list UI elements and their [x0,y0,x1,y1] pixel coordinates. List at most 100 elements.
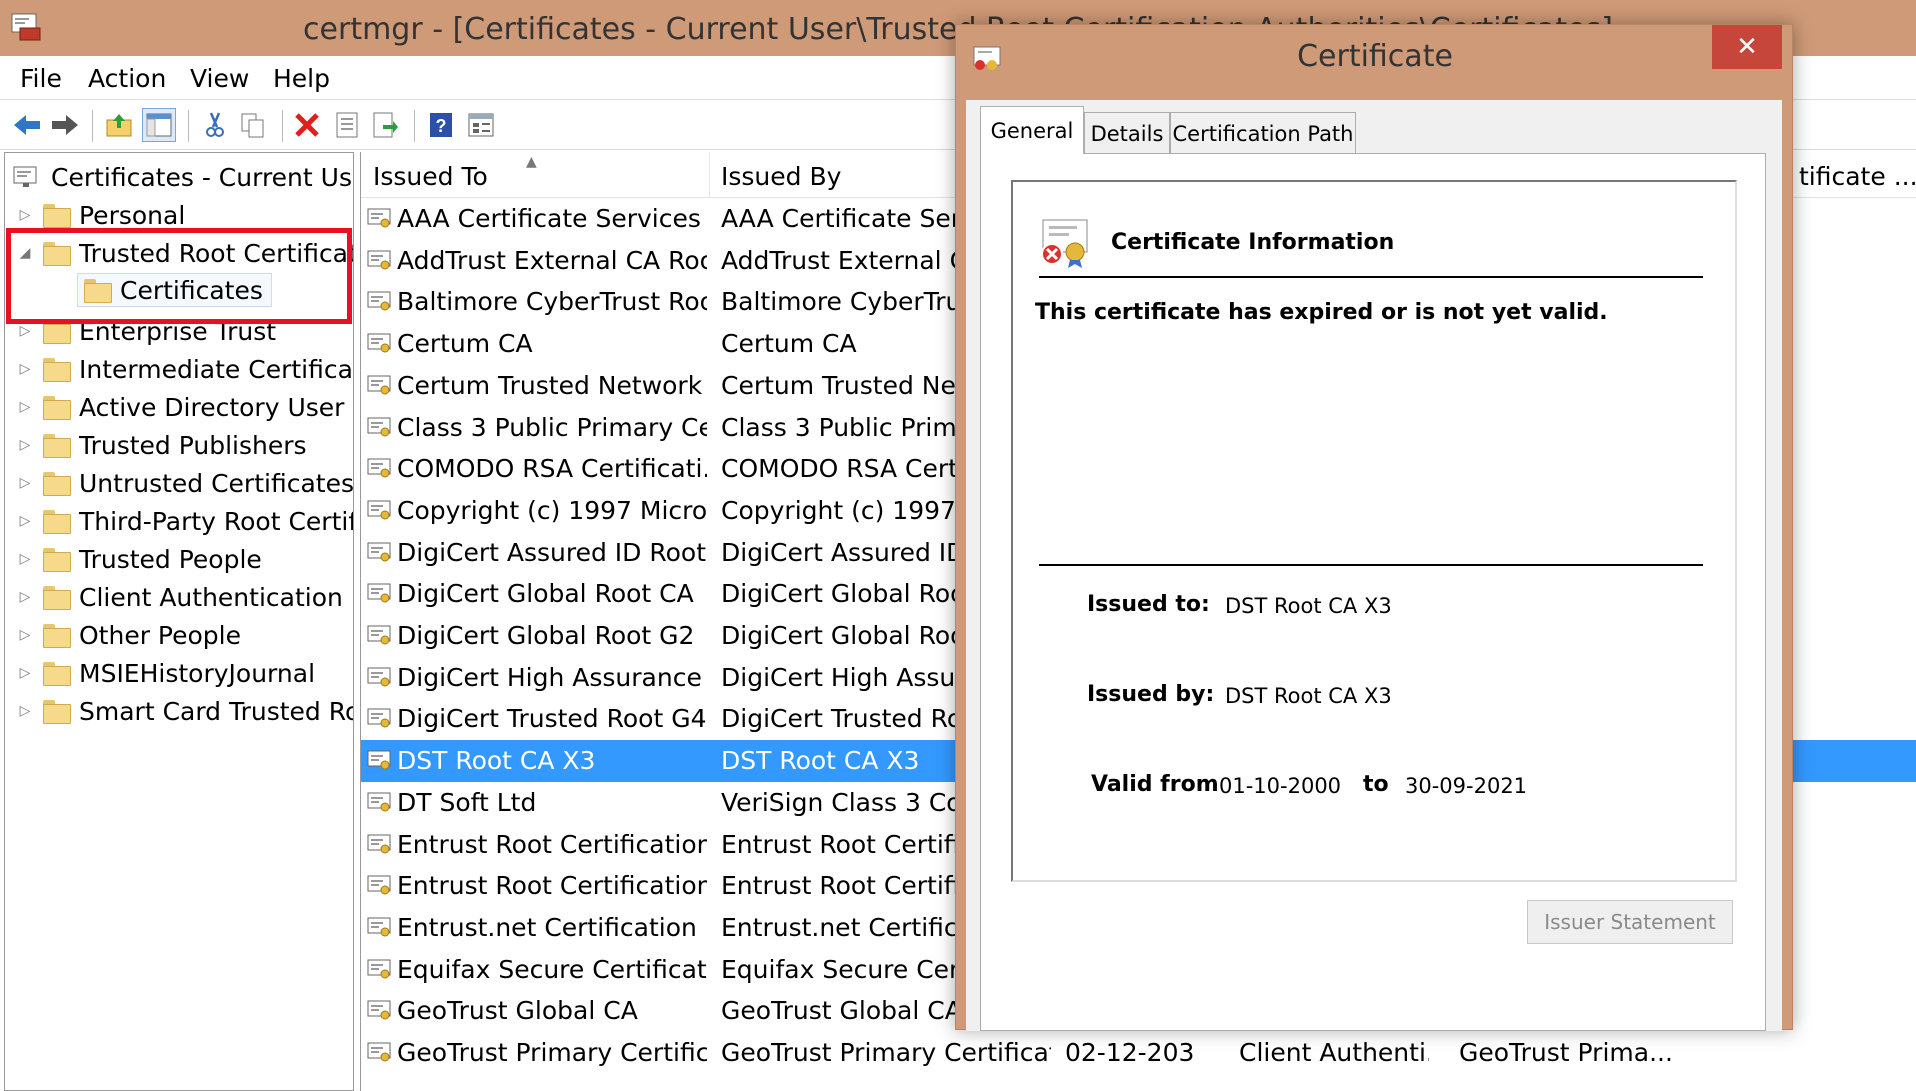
tree-root-label: Certificates - Current User [51,162,354,192]
expand-arrow-icon[interactable]: ▷ [17,627,33,643]
view-icon[interactable] [464,108,498,142]
issuer-statement-button[interactable]: Issuer Statement [1527,900,1733,944]
tab-certification-path[interactable]: Certification Path [1170,112,1356,154]
cell-issued-to: Certum CA [397,329,533,359]
certificate-icon [367,834,391,853]
cell-issued-to: GeoTrust Global CA [397,996,638,1026]
tree-item-intermediate[interactable]: ▷ Intermediate Certificati [17,351,353,387]
folder-icon [43,510,71,534]
tree-item-trusted-publishers[interactable]: ▷ Trusted Publishers [17,427,307,463]
certificate-icon [367,667,391,687]
expand-arrow-icon[interactable]: ▷ [17,323,33,339]
folder-icon [43,434,71,458]
cell-issued-to: DigiCert Trusted Root G4 [397,704,707,734]
menu-help[interactable]: Help [273,64,330,93]
certificate-icon [367,792,391,812]
certificate-info-box: Certificate Information This certificate… [1011,180,1737,882]
cell-issued-to: COMODO RSA Certificati... [397,454,707,484]
help-icon[interactable]: ? [424,108,458,142]
expand-arrow-icon[interactable]: ▷ [17,475,33,491]
cell-issued-to: Entrust.net Certification ... [397,912,707,942]
tree-item-client-auth[interactable]: ▷ Client Authentication Is [17,579,353,615]
cell-issued-to: Equifax Secure Certificat... [397,954,707,984]
cell-issued-to: DigiCert Assured ID Root... [397,537,707,567]
valid-to-label: to [1363,772,1389,797]
certificate-icon [367,959,391,979]
tab-details[interactable]: Details [1084,112,1170,154]
svg-text:?: ? [436,116,447,136]
tree-item-third-party[interactable]: ▷ Third-Party Root Certifi [17,503,353,539]
column-divider[interactable] [709,152,710,198]
fields-divider [1039,564,1703,566]
dialog-title: Certificate [1297,39,1453,74]
show-hide-tree-icon[interactable] [142,108,176,142]
cell-issued-to: Copyright (c) 1997 Micro... [397,495,707,525]
properties-icon[interactable] [330,108,364,142]
cell-issued-to: Entrust Root Certification... [397,829,707,859]
certificate-store-icon [13,165,41,189]
menu-view[interactable]: View [190,64,249,93]
cell-issued-to: Entrust Root Certification... [397,871,707,901]
cut-icon[interactable] [198,108,232,142]
menu-action[interactable]: Action [88,64,166,93]
expand-arrow-icon[interactable]: ▷ [17,399,33,415]
tree-item-untrusted[interactable]: ▷ Untrusted Certificates [17,465,353,501]
expand-arrow-icon[interactable]: ▷ [17,589,33,605]
export-icon[interactable] [368,108,402,142]
menu-file[interactable]: File [20,64,62,93]
tree-item-smart-card[interactable]: ▷ Smart Card Trusted Roc [17,693,353,729]
sort-ascending-icon: ▲ [526,154,537,170]
expand-arrow-icon[interactable]: ▷ [17,437,33,453]
folder-icon [43,204,71,228]
column-issued-to[interactable]: Issued To [373,162,488,191]
tree-item-trusted-people[interactable]: ▷ Trusted People [17,541,262,577]
close-icon: ✕ [1736,32,1758,62]
folder-icon [43,358,71,382]
delete-icon[interactable] [290,108,324,142]
expand-arrow-icon[interactable]: ▷ [17,361,33,377]
table-row[interactable]: GeoTrust Primary Certific... GeoTrust Pri… [361,1032,1916,1074]
folder-icon [43,624,71,648]
certificate-icon [367,291,391,311]
certificate-icon [367,208,391,228]
certificate-icon [367,583,391,603]
tree-item-msie-history[interactable]: ▷ MSIEHistoryJournal [17,655,315,691]
tree-item-active-directory[interactable]: ▷ Active Directory User O [17,389,353,425]
folder-icon [43,700,71,724]
heading-divider [1039,276,1703,278]
red-highlight-box [6,228,352,324]
forward-icon[interactable] [48,108,82,142]
cell-issued-to: GeoTrust Primary Certific... [397,1038,707,1067]
cell-issued-to: DigiCert High Assurance ... [397,662,707,692]
column-friendly-name[interactable]: tificate ... [1799,162,1916,191]
certificate-icon [367,542,391,562]
expand-arrow-icon[interactable]: ▷ [17,665,33,681]
expand-arrow-icon[interactable]: ▷ [17,207,33,223]
tree-item-other-people[interactable]: ▷ Other People [17,617,241,653]
cell-issued-by: GeoTrust Primary Certificat... [721,1038,1051,1067]
cell-issued-to: Baltimore CyberTrust Root [397,287,707,317]
up-folder-icon[interactable] [102,108,136,142]
cell-intended-purposes: Client Authenti... [1239,1038,1429,1067]
back-icon[interactable] [10,108,44,142]
certificate-icon [367,500,391,520]
tab-general[interactable]: General [980,106,1084,154]
expand-arrow-icon[interactable]: ▷ [17,513,33,529]
close-button[interactable]: ✕ [1712,25,1782,69]
expand-arrow-icon[interactable]: ▷ [17,551,33,567]
folder-icon [43,662,71,686]
tree-root[interactable]: Certificates - Current User [13,159,354,195]
issued-by-label: Issued by: [1087,682,1215,707]
cell-expiration: 02-12-2037 [1065,1038,1195,1067]
valid-to-value: 30-09-2021 [1405,774,1528,798]
toolbar-separator [282,110,283,142]
expand-arrow-icon[interactable]: ▷ [17,703,33,719]
certificate-icon [367,1042,391,1062]
certificate-dialog: Certificate ✕ General Details Certificat… [955,24,1793,1031]
valid-from-value: 01-10-2000 [1219,774,1342,798]
column-issued-by[interactable]: Issued By [721,162,841,191]
valid-from-label: Valid from [1091,772,1219,797]
copy-icon[interactable] [236,108,270,142]
toolbar-separator [188,110,189,142]
certificate-icon [367,875,391,895]
